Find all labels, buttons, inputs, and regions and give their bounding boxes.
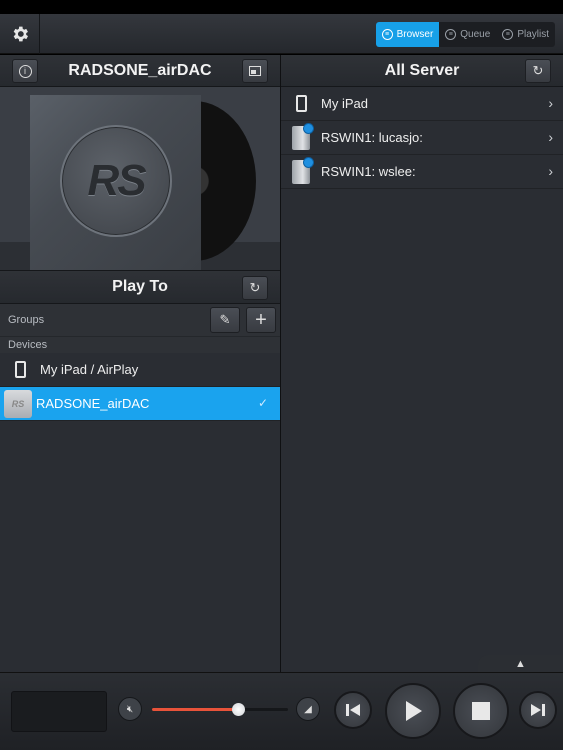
server-item-rswin1-wslee[interactable]: RSWIN1: wslee: ›: [281, 155, 563, 189]
phone-icon: [295, 95, 307, 112]
chevron-right-icon: ›: [548, 163, 553, 179]
skip-next-icon: [531, 704, 545, 716]
server-title: All Server: [384, 61, 460, 79]
now-playing-thumbnail[interactable]: [11, 691, 107, 732]
server-name: My iPad: [321, 96, 368, 111]
groups-label: Groups: [8, 314, 45, 326]
plus-icon: +: [255, 308, 267, 331]
album-sleeve: RS: [30, 95, 201, 270]
top-toolbar: ≡ Browser ≡ Queue ≡ Playlist: [0, 14, 563, 54]
play-button[interactable]: [385, 683, 441, 739]
previous-button[interactable]: [334, 691, 372, 729]
refresh-servers-button[interactable]: ↻: [525, 59, 551, 83]
tab-queue-label: Queue: [460, 29, 491, 40]
server-icon: [292, 122, 314, 150]
settings-button[interactable]: [0, 14, 40, 54]
tab-browser[interactable]: ≡ Browser: [375, 22, 440, 47]
volume-mute-icon: 🔇︎: [126, 703, 134, 715]
device-thumb-text: RS: [11, 398, 25, 409]
renderer-panel: i RADSONE_airDAC RS Play To ↻ Groups ✎ +: [0, 55, 280, 672]
chevron-right-icon: ›: [548, 95, 553, 111]
volume-slider[interactable]: [152, 703, 288, 716]
device-name: My iPad / AirPlay: [40, 362, 139, 377]
edit-icon: ✎: [219, 312, 231, 327]
volume-fill: [152, 708, 238, 711]
renderer-title: RADSONE_airDAC: [68, 61, 212, 79]
info-icon: i: [18, 64, 32, 78]
next-button[interactable]: [519, 691, 557, 729]
phone-icon: [14, 361, 26, 378]
device-item-radsone-airdac[interactable]: RS RADSONE_airDAC ✓: [0, 387, 280, 421]
server-header: All Server ↻: [281, 55, 563, 87]
info-button[interactable]: i: [12, 59, 38, 83]
browser-icon: ≡: [381, 29, 393, 40]
devices-section: Devices: [0, 336, 280, 353]
gear-icon: [13, 26, 28, 42]
radsone-logo: RS: [60, 125, 172, 237]
chevron-right-icon: ›: [548, 129, 553, 145]
devices-label: Devices: [8, 339, 48, 351]
server-browser-panel: All Server ↻ My iPad › RSWIN1: lucasjo: …: [281, 55, 563, 672]
logo-text: RS: [87, 156, 146, 205]
tab-playlist[interactable]: ≡ Playlist: [496, 22, 555, 47]
tab-playlist-label: Playlist: [517, 29, 549, 40]
stop-button[interactable]: [453, 683, 509, 739]
device-item-my-ipad[interactable]: My iPad / AirPlay: [0, 353, 280, 387]
volume-knob[interactable]: [231, 703, 245, 716]
server-item-rswin1-lucasjo[interactable]: RSWIN1: lucasjo: ›: [281, 121, 563, 155]
add-group-button[interactable]: +: [246, 307, 276, 333]
device-name: RADSONE_airDAC: [36, 396, 150, 411]
album-art: RS: [0, 87, 280, 270]
tab-browser-label: Browser: [396, 29, 434, 40]
player-bar: 🔇︎ ◢: [0, 672, 563, 750]
play-to-header: Play To ↻: [0, 270, 280, 304]
mute-button[interactable]: 🔇︎: [118, 697, 142, 721]
refresh-devices-button[interactable]: ↻: [242, 276, 268, 300]
play-to-title: Play To: [112, 278, 168, 295]
refresh-icon: ↻: [532, 63, 544, 78]
renderer-header: i RADSONE_airDAC: [0, 55, 280, 87]
server-item-my-ipad[interactable]: My iPad ›: [281, 87, 563, 121]
minimize-button[interactable]: [242, 59, 268, 83]
play-icon: [406, 701, 422, 721]
device-thumbnail-icon: RS: [4, 389, 32, 418]
view-segmented-control: ≡ Browser ≡ Queue ≡ Playlist: [375, 22, 555, 47]
volume-max-button[interactable]: ◢: [296, 697, 320, 721]
groups-section: Groups ✎ +: [0, 304, 280, 336]
window-icon: [249, 66, 261, 76]
triangle-up-icon: ▲: [515, 658, 526, 670]
server-icon: [292, 156, 314, 184]
checkmark-icon: ✓: [257, 396, 268, 410]
refresh-icon: ↻: [249, 280, 261, 295]
queue-icon: ≡: [445, 29, 457, 40]
edit-groups-button[interactable]: ✎: [210, 307, 240, 333]
server-name: RSWIN1: wslee:: [321, 164, 416, 179]
playlist-icon: ≡: [502, 29, 514, 40]
tab-queue[interactable]: ≡ Queue: [439, 22, 496, 47]
server-name: RSWIN1: lucasjo:: [321, 130, 423, 145]
volume-up-icon: ◢: [304, 703, 312, 715]
expand-player-button[interactable]: ▲: [478, 655, 563, 673]
status-bar: [0, 0, 563, 14]
skip-previous-icon: [346, 704, 360, 716]
stop-icon: [472, 702, 490, 720]
